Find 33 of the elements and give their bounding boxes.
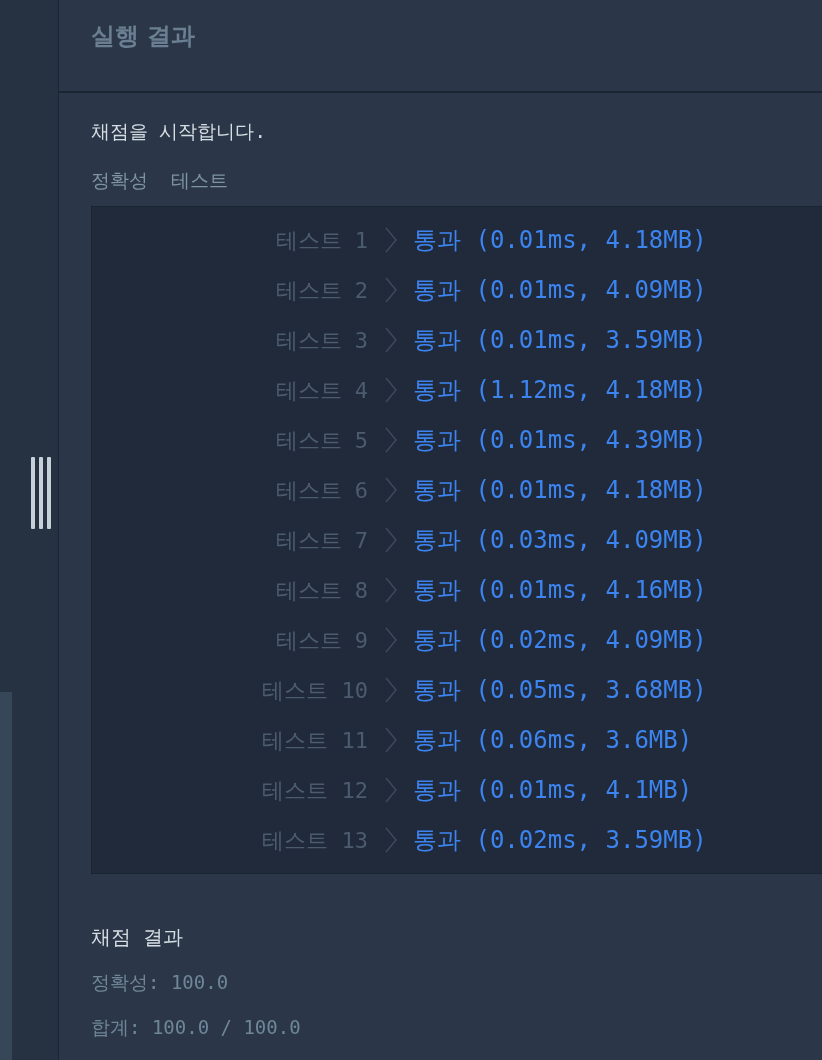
test-result: 통과 (0.01ms, 4.18MB) [413, 475, 707, 506]
chevron-right-icon [385, 577, 397, 603]
chevron-right-icon [385, 727, 397, 753]
chevron-right-icon [385, 677, 397, 703]
test-result: 통과 (0.01ms, 4.18MB) [413, 225, 707, 256]
chevron-right-icon [385, 277, 397, 303]
summary-line: 합계: 100.0 / 100.0 [91, 1014, 302, 1040]
test-result: 통과 (1.12ms, 4.18MB) [413, 375, 707, 406]
chevron-right-icon [385, 377, 397, 403]
chevron-right-icon [385, 327, 397, 353]
test-result: 통과 (0.05ms, 3.68MB) [413, 675, 707, 706]
test-result: 통과 (0.01ms, 4.16MB) [413, 575, 707, 606]
test-result: 통과 (0.02ms, 4.09MB) [413, 625, 707, 656]
test-result: 통과 (0.01ms, 4.39MB) [413, 425, 707, 456]
test-result: 통과 (0.06ms, 3.6MB) [413, 725, 693, 756]
summary-line: 정확성: 100.0 [91, 970, 230, 995]
chevron-right-icon [385, 627, 397, 653]
test-result: 통과 (0.01ms, 4.1MB) [413, 775, 693, 806]
test-result: 통과 (0.02ms, 3.59MB) [413, 825, 707, 856]
chevron-right-icon [385, 477, 397, 503]
chevron-right-icon [385, 527, 397, 553]
chevron-right-icon [385, 777, 397, 803]
chevron-right-icon [385, 427, 397, 453]
test-result: 통과 (0.01ms, 3.59MB) [413, 325, 707, 356]
test-result: 통과 (0.03ms, 4.09MB) [413, 525, 707, 556]
section-title: 정확성 테스트 [91, 167, 229, 193]
test-result: 통과 (0.01ms, 4.09MB) [413, 275, 707, 306]
panel-title: 실행 결과 [91, 22, 196, 50]
chevron-right-icon [385, 227, 397, 253]
chevron-right-icon [385, 827, 397, 853]
status-message: 채점을 시작합니다. [91, 119, 267, 144]
summary-title: 채점 결과 [91, 924, 185, 951]
drag-handle-icon[interactable] [31, 457, 51, 529]
